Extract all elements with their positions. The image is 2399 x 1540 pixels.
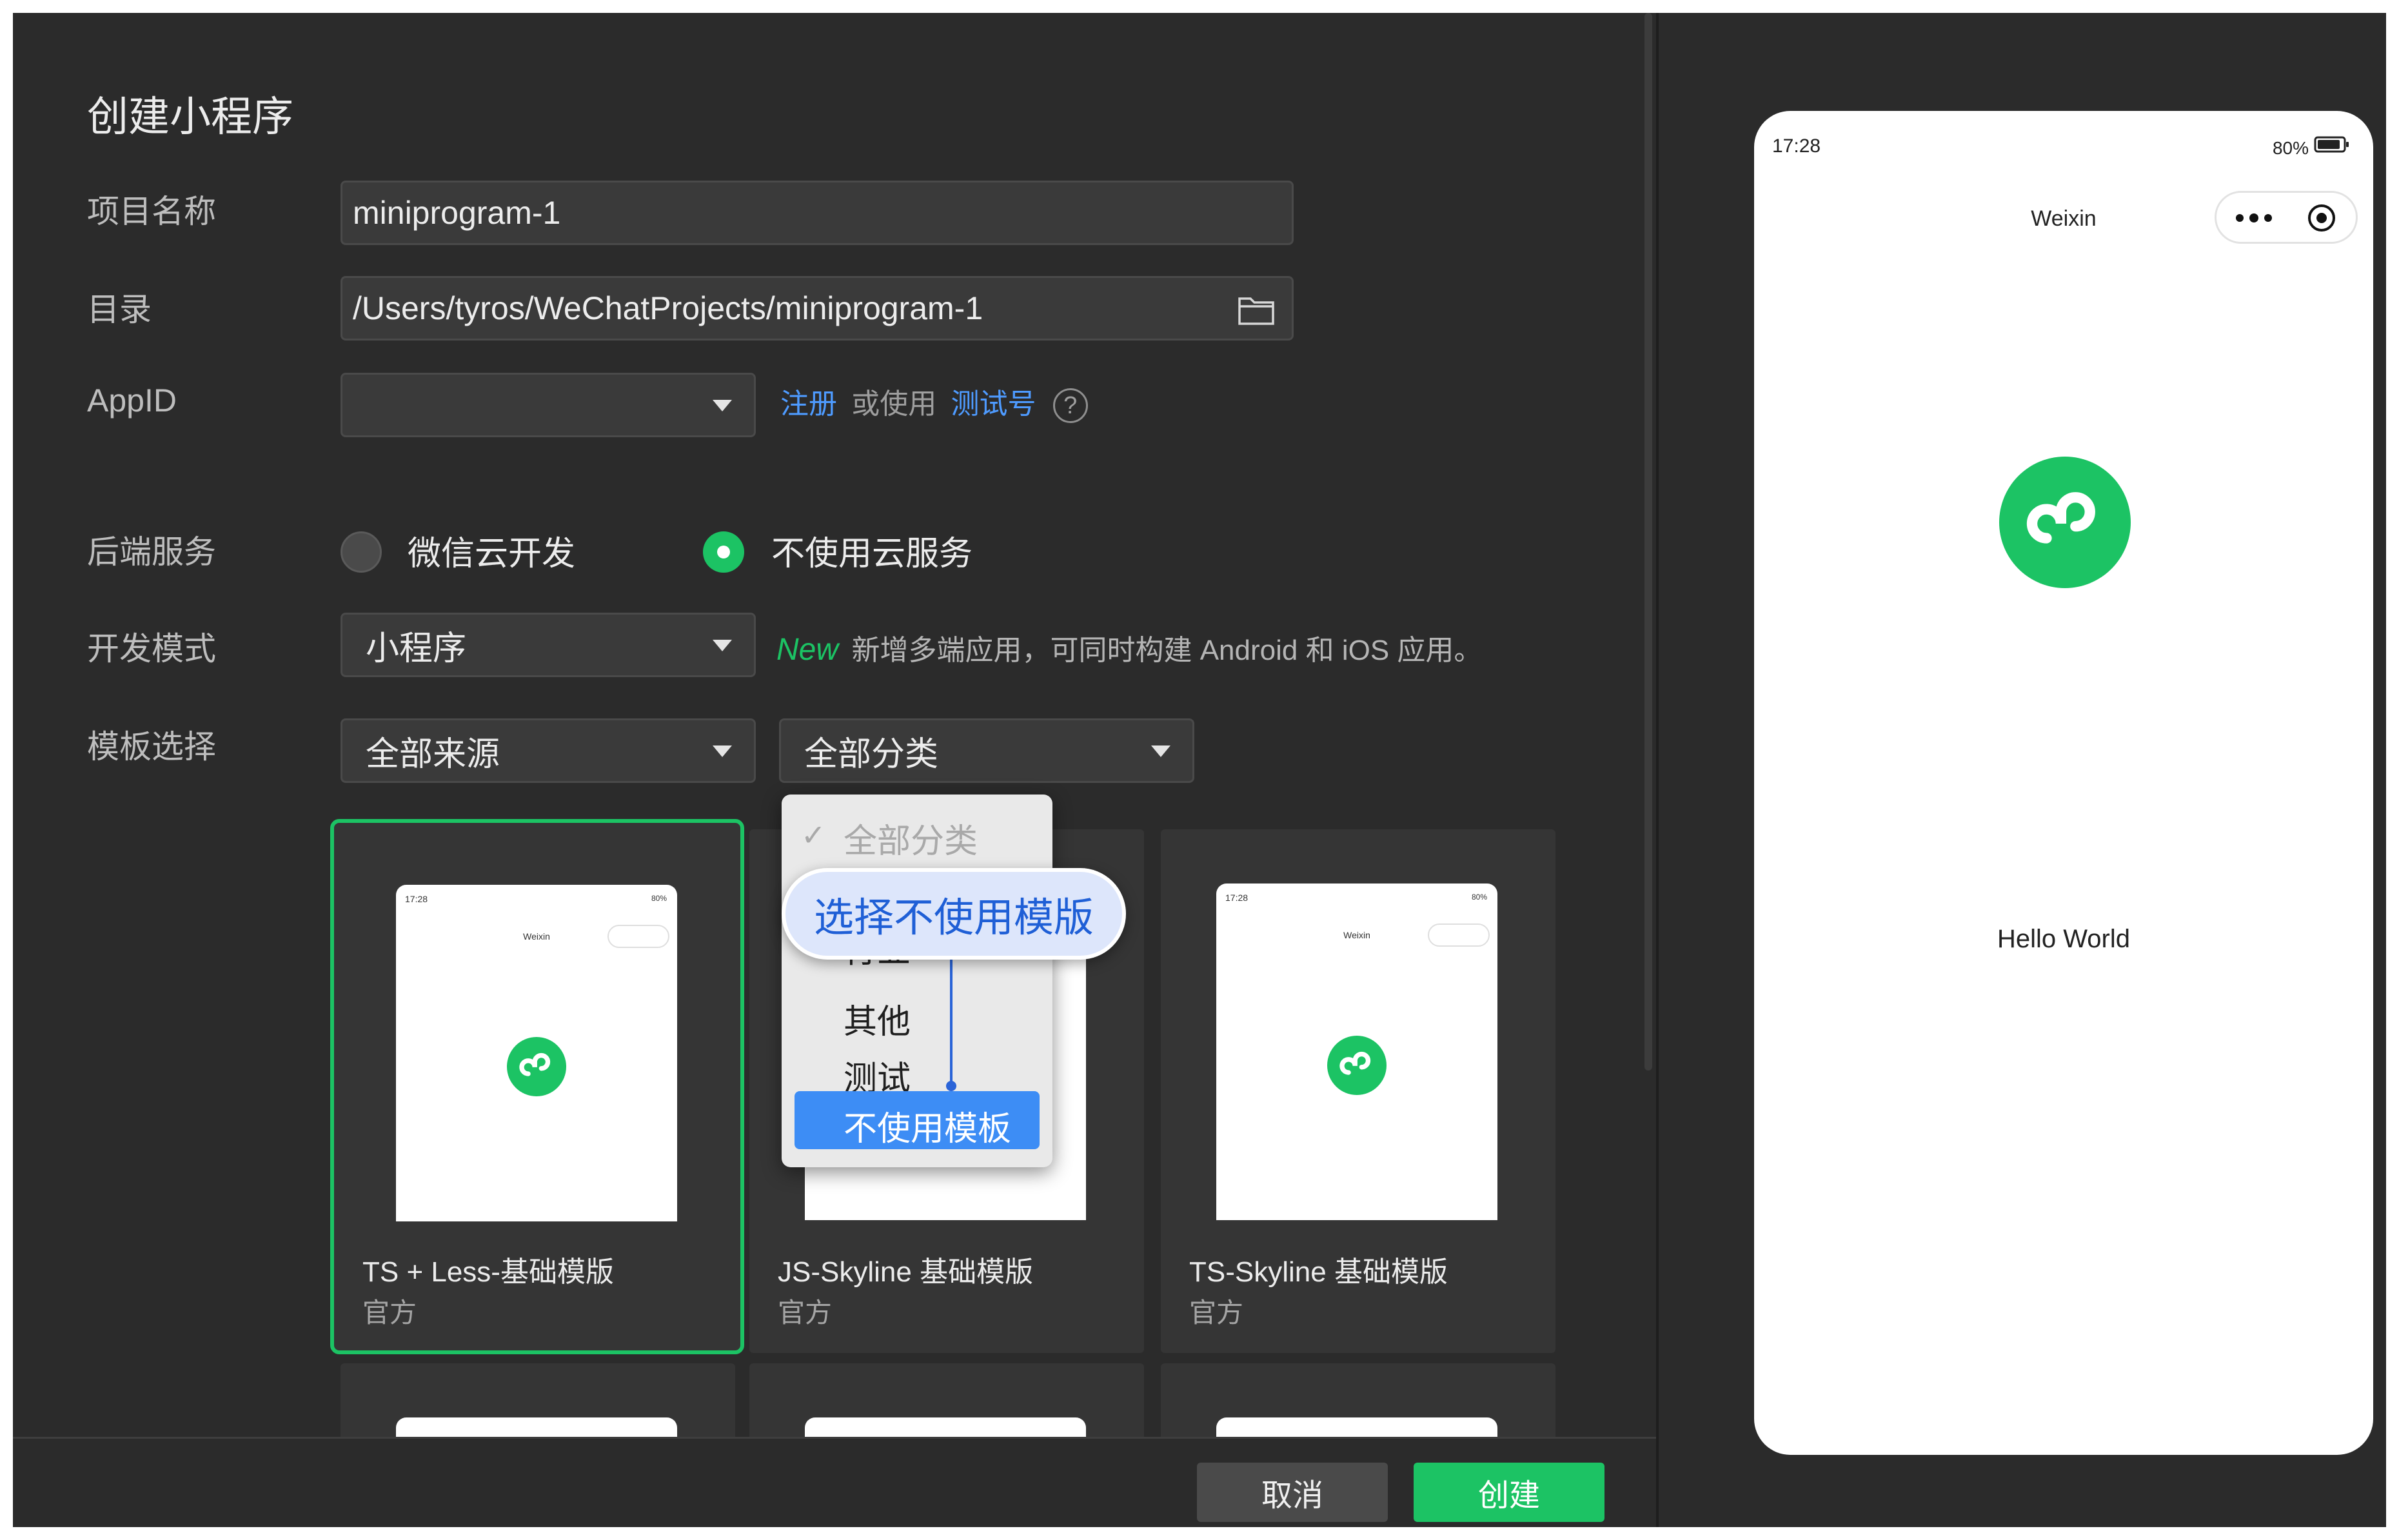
- checkmark-icon: ✓: [801, 818, 826, 852]
- radio-no-cloud[interactable]: [703, 531, 744, 573]
- directory-value: /Users/tyros/WeChatProjects/miniprogram-…: [353, 290, 983, 326]
- chevron-down-icon: [1151, 745, 1170, 757]
- status-time: 17:28: [1772, 135, 1821, 157]
- folder-icon[interactable]: [1238, 293, 1275, 326]
- template-source-value: 全部来源: [366, 735, 500, 773]
- template-card-ts-less[interactable]: 17:28 80% Weixin TS + Less-基础模版 官方: [330, 819, 744, 1354]
- miniprogram-logo-icon: [507, 1037, 566, 1096]
- capsule-icon: [607, 925, 669, 948]
- appid-actions: 注册 或使用 测试号 ?: [780, 380, 1088, 424]
- dialog-footer: [13, 1437, 1656, 1527]
- dev-mode-select[interactable]: 小程序: [341, 613, 756, 677]
- template-category-select[interactable]: 全部分类: [779, 718, 1194, 783]
- chevron-down-icon: [713, 400, 732, 411]
- callout-pointer-line: [950, 960, 953, 1085]
- close-target-icon[interactable]: [2307, 203, 2336, 233]
- radio-no-cloud-label[interactable]: 不使用云服务: [771, 526, 972, 575]
- create-label: 创建: [1477, 1479, 1540, 1513]
- callout-text: 选择不使用模版: [813, 896, 1094, 940]
- miniprogram-logo-icon: [1999, 457, 2131, 588]
- create-miniprogram-window: 创建小程序 项目名称 miniprogram-1 目录 /Users/tyros…: [13, 13, 2386, 1527]
- template-source: 官方: [778, 1298, 833, 1328]
- project-name-label: 项目名称: [87, 193, 216, 230]
- capsule-icon: [1428, 923, 1490, 947]
- test-account-link[interactable]: 测试号: [951, 388, 1036, 420]
- template-source: 官方: [1189, 1298, 1244, 1328]
- dev-mode-hint: New 新增多端应用，可同时构建 Android 和 iOS 应用。: [776, 627, 1482, 668]
- cancel-button[interactable]: 取消: [1197, 1463, 1388, 1522]
- template-category-value: 全部分类: [804, 735, 939, 773]
- appid-select[interactable]: [341, 373, 756, 437]
- template-preview: 17:28 80% Weixin: [1216, 884, 1497, 1220]
- template-card[interactable]: [749, 1363, 1144, 1443]
- scrollbar[interactable]: [1644, 13, 1652, 1071]
- form-pane: 创建小程序 项目名称 miniprogram-1 目录 /Users/tyros…: [13, 13, 1656, 1527]
- template-title: TS + Less-基础模版: [362, 1256, 614, 1288]
- dropdown-item-no-template[interactable]: 不使用模板: [844, 1101, 1011, 1150]
- dropdown-item-other[interactable]: 其他: [844, 994, 911, 1043]
- dev-mode-label: 开发模式: [87, 631, 216, 667]
- more-icon[interactable]: [2235, 208, 2273, 228]
- hello-world-text: Hello World: [1997, 925, 2130, 953]
- dev-mode-value: 小程序: [366, 629, 467, 667]
- appid-label: AppID: [87, 382, 177, 419]
- project-name-value: miniprogram-1: [353, 195, 561, 231]
- annotation-callout: 选择不使用模版: [782, 868, 1126, 960]
- new-badge: New: [776, 633, 839, 667]
- radio-cloud-dev[interactable]: [341, 531, 382, 573]
- cancel-label: 取消: [1261, 1479, 1323, 1513]
- dropdown-item-all[interactable]: 全部分类: [844, 814, 978, 862]
- or-use-text: 或使用: [851, 388, 937, 420]
- multi-platform-hint: 新增多端应用，可同时构建 Android 和 iOS 应用。: [851, 635, 1483, 666]
- backend-label: 后端服务: [87, 534, 216, 570]
- chevron-down-icon: [713, 745, 732, 757]
- dialog-title: 创建小程序: [87, 94, 293, 140]
- register-link[interactable]: 注册: [780, 388, 837, 420]
- directory-input[interactable]: /Users/tyros/WeChatProjects/miniprogram-…: [341, 276, 1294, 341]
- template-source: 官方: [362, 1298, 417, 1328]
- battery-icon: [2314, 136, 2349, 153]
- callout-pointer-dot: [946, 1081, 956, 1091]
- template-label: 模板选择: [87, 729, 216, 765]
- mini-time: 17:28: [1225, 893, 1249, 903]
- phone-preview: 17:28 80% Weixin Hello World: [1754, 111, 2373, 1455]
- template-title: TS-Skyline 基础模版: [1189, 1256, 1448, 1288]
- capsule-menu: [2215, 191, 2358, 244]
- template-card-ts-skyline[interactable]: 17:28 80% Weixin TS-Skyline 基础模版 官方: [1161, 829, 1555, 1353]
- template-card[interactable]: [1161, 1363, 1555, 1443]
- directory-label: 目录: [87, 291, 152, 328]
- template-source-select[interactable]: 全部来源: [341, 718, 756, 783]
- mini-time: 17:28: [405, 894, 428, 904]
- category-dropdown-menu: ✓ 全部分类 行业 其他 测试 不使用模板: [782, 795, 1052, 1167]
- template-card[interactable]: [341, 1363, 735, 1443]
- miniprogram-logo-icon: [1327, 1036, 1387, 1095]
- chevron-down-icon: [713, 640, 732, 651]
- project-name-input[interactable]: miniprogram-1: [341, 181, 1294, 245]
- radio-cloud-dev-label[interactable]: 微信云开发: [408, 526, 575, 575]
- template-preview: 17:28 80% Weixin: [396, 885, 677, 1221]
- template-title: JS-Skyline 基础模版: [778, 1256, 1034, 1288]
- create-button[interactable]: 创建: [1414, 1463, 1604, 1522]
- mini-battery: 80%: [651, 894, 667, 903]
- battery-percent: 80%: [2272, 138, 2309, 158]
- mini-battery: 80%: [1471, 893, 1487, 902]
- help-icon[interactable]: ?: [1052, 388, 1088, 424]
